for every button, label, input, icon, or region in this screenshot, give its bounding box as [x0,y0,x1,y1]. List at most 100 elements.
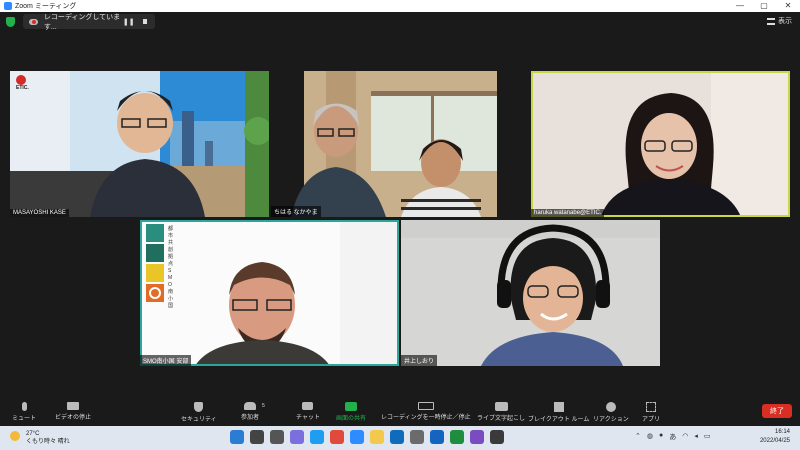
video-tile[interactable]: 井上しおり [401,220,660,366]
search-icon[interactable] [250,430,264,444]
video-tile[interactable]: ちはる なかやま [271,71,530,217]
chat-bubble-icon [302,402,314,410]
app-icon[interactable] [410,430,424,444]
live-transcript-button[interactable]: ライブ文字起こし [477,402,525,422]
stop-video-button[interactable]: ビデオの停止 [55,402,91,421]
zoom-logo-icon [4,2,12,10]
people-icon [244,402,256,410]
participants-button[interactable]: 参加者 [241,402,259,421]
teams-icon[interactable] [470,430,484,444]
word-icon[interactable] [430,430,444,444]
zoom-app-icon[interactable] [350,430,364,444]
time: 16:14 [774,429,790,435]
window-title: Zoom ミーティング [15,3,77,10]
volume-icon[interactable]: ◂ [694,432,698,442]
etic-logo: ETIC. [16,75,29,91]
close-icon[interactable]: ✕ [776,0,800,12]
terminal-icon[interactable] [490,430,504,444]
ime-indicator[interactable]: あ [669,432,676,442]
apps-button[interactable]: アプリ [642,402,660,423]
security-label: セキュリティ [181,417,217,423]
file-explorer-icon[interactable] [370,430,384,444]
taskbar-apps [230,430,504,444]
end-meeting-button[interactable]: 終了 [762,404,792,418]
pause-recording-button[interactable]: レコーディングを一時停止／停止 [381,402,471,421]
microphone-tray-icon[interactable]: ● [659,432,663,442]
clock[interactable]: 16:14 2022/04/25 [760,428,790,446]
apps-icon [646,402,656,412]
store-icon[interactable] [390,430,404,444]
chat-label: チャット [296,415,320,421]
reactions-label: リアクション [593,417,629,423]
pause-stop-icon [417,402,434,410]
participant-video [140,220,399,366]
stop-video-label: ビデオの停止 [55,415,92,421]
start-icon[interactable] [230,430,244,444]
video-tile[interactable]: ETIC. MASAYOSHI KASE [10,71,269,217]
task-view-icon[interactable] [270,430,284,444]
apps-label: アプリ [642,417,661,423]
temperature: 27°C [26,431,40,437]
mute-button[interactable]: ミュート [12,402,36,422]
video-tile-active[interactable]: haruka watanabe@ETIC. [531,71,790,217]
battery-icon[interactable]: ▭ [704,432,711,442]
cc-icon [494,402,508,411]
weather-condition: くもり時々 晴れ [26,439,70,445]
pause-recording-label: レコーディングを一時停止／停止 [381,415,471,421]
excel-icon[interactable] [450,430,464,444]
reactions-button[interactable]: リアクション [593,402,629,423]
chat-button[interactable]: チャット [296,402,320,421]
shield-icon [194,402,204,412]
view-grid-icon [767,17,775,25]
security-shield-icon[interactable] [6,17,15,27]
smo-sign-text: 都市共創拠点SMO南小国 [168,226,174,309]
chat-app-icon[interactable] [290,430,304,444]
date: 2022/04/25 [759,438,790,444]
participant-name: MASAYOSHI KASE [10,209,69,217]
view-button[interactable]: 表示 [767,16,792,26]
smiley-icon [605,402,616,412]
microphone-icon [21,402,27,411]
chrome-icon[interactable] [330,430,344,444]
weather-sun-icon [10,431,20,441]
edge-icon[interactable] [310,430,324,444]
chevron-up-icon[interactable]: ⌃ [635,432,641,442]
etic-logo-text: ETIC. [16,85,29,91]
mute-label: ミュート [12,416,37,422]
window-controls: — ▢ ✕ [728,0,800,12]
participant-video [531,71,790,217]
view-button-label: 表示 [778,18,792,25]
participant-name: SMO南小国 安部 [140,355,192,366]
stop-recording-icon[interactable] [142,19,147,24]
breakout-rooms-label: ブレイクアウト ルーム [528,417,590,423]
wifi-icon[interactable]: ◠ [682,432,688,442]
breakout-rooms-button[interactable]: ブレイクアウト ルーム [528,402,589,423]
participant-video [271,71,530,217]
cloud-record-icon [29,18,38,25]
participants-label: 参加者 [241,415,260,421]
security-button[interactable]: セキュリティ [181,402,217,423]
participants-count: 5 [262,403,265,409]
participant-name: ちはる なかやま [271,206,321,217]
etic-logo-icon [16,75,26,85]
participant-name: 井上しおり [401,355,438,366]
live-transcript-label: ライブ文字起こし [477,416,526,422]
share-screen-button[interactable]: 画面の共有 [336,402,366,422]
window-titlebar: Zoom ミーティング — ▢ ✕ [0,0,800,12]
pause-recording-icon[interactable]: ❚❚ [123,18,135,26]
share-arrow-icon [345,402,357,411]
recording-label: レコーディングしています... [43,13,121,31]
people-tray-icon[interactable]: ◍ [647,432,653,442]
weather-widget[interactable]: 27°C くもり時々 晴れ [10,430,70,446]
minimize-icon[interactable]: — [728,0,752,12]
breakout-grid-icon [553,402,564,412]
participant-video [10,71,269,217]
recording-indicator: レコーディングしています... ❚❚ [23,13,155,31]
participant-name: haruka watanabe@ETIC. [531,209,605,217]
video-tile[interactable]: 都市共創拠点SMO南小国 SMO南小国 安部 [140,220,399,366]
video-camera-icon [67,402,79,410]
maximize-icon[interactable]: ▢ [752,0,776,12]
system-tray: ⌃ ◍ ● あ ◠ ◂ ▭ [635,432,710,442]
share-screen-label: 画面の共有 [336,416,367,422]
participant-video [401,220,660,366]
